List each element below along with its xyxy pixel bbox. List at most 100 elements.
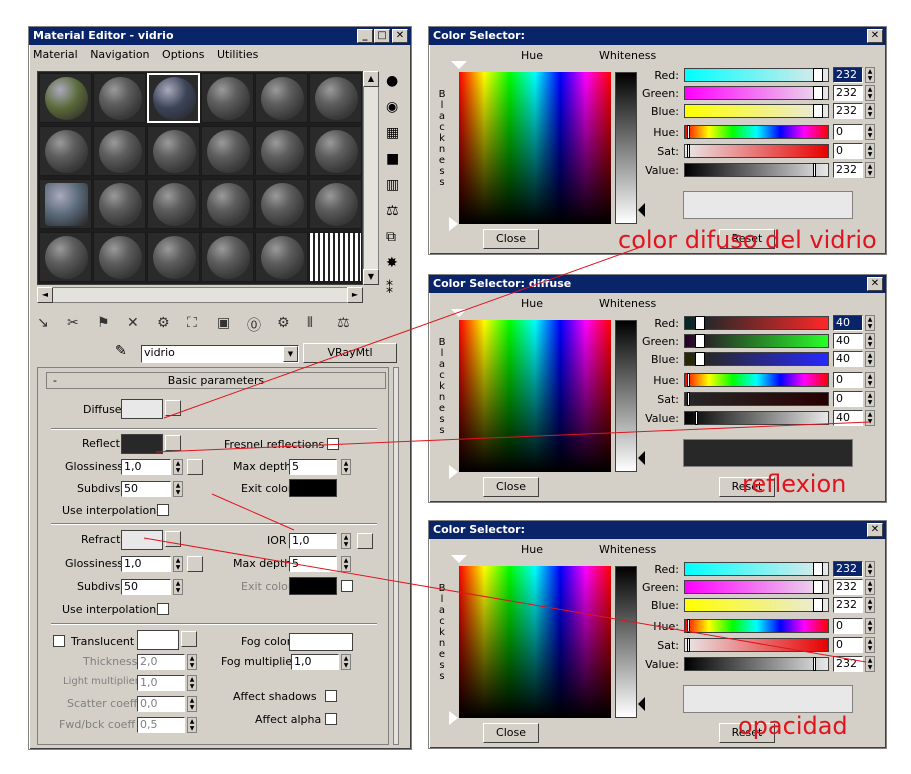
green-value-field[interactable]: 40 <box>833 333 863 349</box>
translucent-checkbox[interactable] <box>53 635 65 647</box>
assign-icon[interactable]: ⚑ <box>97 315 110 331</box>
scatter-coeff-field[interactable]: 0,0 <box>137 696 185 712</box>
sample-slot[interactable] <box>93 73 146 123</box>
hue-pointer-icon[interactable] <box>451 61 467 69</box>
sample-slot[interactable] <box>93 126 146 176</box>
translucent-swatch[interactable] <box>137 630 179 650</box>
put-to-scene-icon[interactable]: ✂ <box>67 315 79 331</box>
refr-max-depth-spinner[interactable]: ▲ ▼ <box>341 556 351 572</box>
refr-glossiness-spinner[interactable]: ▲ ▼ <box>173 556 183 572</box>
red-slider-thumb[interactable] <box>813 562 823 576</box>
sat-slider[interactable] <box>684 638 829 652</box>
hue-spinner[interactable]: ▲ ▼ <box>865 618 875 634</box>
reflect-swatch[interactable] <box>121 434 163 454</box>
sample-type-icon[interactable]: ● <box>386 73 398 89</box>
value-slider[interactable] <box>684 411 829 425</box>
hue-slider-thumb[interactable] <box>687 125 690 139</box>
sample-hscrollbar[interactable]: ◄ ► <box>37 287 363 303</box>
reflect-map-button[interactable] <box>165 435 181 451</box>
material-name-field[interactable]: vidrio <box>141 345 299 363</box>
sample-slot[interactable] <box>309 73 362 123</box>
sample-slot[interactable] <box>309 179 362 229</box>
options-icon[interactable]: ⧉ <box>386 229 396 245</box>
sample-slot[interactable] <box>309 232 362 282</box>
show-map-icon[interactable]: ⓪ <box>247 315 261 335</box>
sat-spinner[interactable]: ▲ ▼ <box>865 637 875 653</box>
whiteness-bar[interactable] <box>615 72 637 224</box>
sat-slider[interactable] <box>684 144 829 158</box>
color-selector-titlebar[interactable]: Color Selector: ✕ <box>429 521 886 539</box>
sample-slot[interactable] <box>39 179 92 229</box>
scroll-down-button[interactable]: ▼ <box>363 269 379 285</box>
sat-slider-thumb[interactable] <box>687 392 690 406</box>
blue-value-field[interactable]: 232 <box>833 103 863 119</box>
blue-slider[interactable] <box>684 598 829 612</box>
green-spinner[interactable]: ▲ ▼ <box>865 333 875 349</box>
close-button[interactable]: ✕ <box>867 277 883 291</box>
go-to-parent-icon[interactable]: ⫴ <box>307 315 313 331</box>
backlight-icon[interactable]: ◉ <box>386 99 398 115</box>
green-value-field[interactable]: 232 <box>833 579 863 595</box>
sample-slot[interactable] <box>255 73 308 123</box>
whiteness-pointer-icon[interactable] <box>638 697 645 711</box>
close-button[interactable]: Close <box>483 477 539 497</box>
sample-slot[interactable] <box>255 126 308 176</box>
go-forward-icon[interactable]: ⚖ <box>337 315 350 331</box>
rollout-scrollbar[interactable] <box>393 367 399 745</box>
hue-value-field[interactable]: 0 <box>833 372 863 388</box>
menu-navigation[interactable]: Navigation <box>90 48 149 61</box>
value-value-field[interactable]: 232 <box>833 656 863 672</box>
refract-map-button[interactable] <box>165 531 181 547</box>
ior-map-button[interactable] <box>357 533 373 549</box>
refl-glossiness-field[interactable]: 1,0 <box>121 459 171 475</box>
basic-parameters-header[interactable]: - Basic parameters <box>46 372 386 389</box>
blue-value-field[interactable]: 232 <box>833 597 863 613</box>
hue-slider[interactable] <box>684 125 829 139</box>
sample-slot[interactable] <box>147 73 200 123</box>
sample-slot[interactable] <box>201 126 254 176</box>
sample-slot[interactable] <box>147 126 200 176</box>
refl-max-depth-spinner[interactable]: ▲ ▼ <box>341 459 351 475</box>
minimize-button[interactable]: _ <box>357 29 373 43</box>
value-spinner[interactable]: ▲ ▼ <box>865 410 875 426</box>
select-by-material-icon[interactable]: ✸ <box>386 255 398 271</box>
fwd-bck-coeff-spinner[interactable]: ▲ ▼ <box>187 717 197 733</box>
maximize-button[interactable]: □ <box>374 29 390 43</box>
hue-slider[interactable] <box>684 373 829 387</box>
green-slider-thumb[interactable] <box>695 334 705 348</box>
refl-subdivs-field[interactable]: 50 <box>121 481 171 497</box>
red-slider-thumb[interactable] <box>813 68 823 82</box>
red-slider[interactable] <box>684 562 829 576</box>
refr-max-depth-field[interactable]: 5 <box>289 556 337 572</box>
red-spinner[interactable]: ▲ ▼ <box>865 67 875 83</box>
blackness-pointer-icon[interactable] <box>449 711 458 725</box>
refl-glossiness-map-button[interactable] <box>187 459 203 475</box>
close-button[interactable]: Close <box>483 229 539 249</box>
background-icon[interactable]: ▦ <box>386 125 399 141</box>
delete-icon[interactable]: ✕ <box>127 315 139 331</box>
translucent-map-button[interactable] <box>181 631 197 647</box>
red-slider[interactable] <box>684 316 829 330</box>
blue-slider-thumb[interactable] <box>813 598 823 612</box>
green-spinner[interactable]: ▲ ▼ <box>865 85 875 101</box>
scroll-left-button[interactable]: ◄ <box>37 287 53 303</box>
refr-subdivs-spinner[interactable]: ▲ ▼ <box>173 579 183 595</box>
thickness-spinner[interactable]: ▲ ▼ <box>187 654 197 670</box>
red-slider[interactable] <box>684 68 829 82</box>
value-value-field[interactable]: 232 <box>833 162 863 178</box>
refl-glossiness-spinner[interactable]: ▲ ▼ <box>173 459 183 475</box>
value-slider[interactable] <box>684 657 829 671</box>
hue-blackness-spectrum[interactable] <box>459 320 611 472</box>
value-spinner[interactable]: ▲ ▼ <box>865 162 875 178</box>
sample-slot[interactable] <box>255 179 308 229</box>
blue-slider[interactable] <box>684 104 829 118</box>
material-name-dropdown[interactable]: ▼ <box>283 346 298 362</box>
sat-value-field[interactable]: 0 <box>833 637 863 653</box>
blue-spinner[interactable]: ▲ ▼ <box>865 351 875 367</box>
sample-vscrollbar[interactable]: ▲ ▼ <box>363 71 379 285</box>
hue-spinner[interactable]: ▲ ▼ <box>865 124 875 140</box>
value-spinner[interactable]: ▲ ▼ <box>865 656 875 672</box>
material-type-button[interactable]: VRayMtl <box>303 343 397 363</box>
fwd-bck-coeff-field[interactable]: 0,5 <box>137 717 185 733</box>
sample-slot[interactable] <box>255 232 308 282</box>
